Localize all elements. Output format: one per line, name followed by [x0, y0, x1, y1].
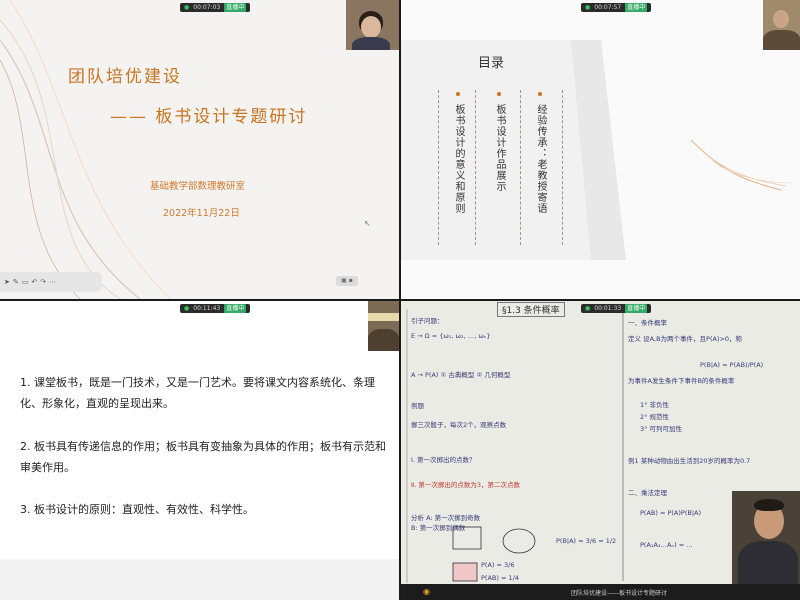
board-line-left-9: B: 第一次掷到偶数: [411, 524, 466, 532]
slide-toolbar: ➤ ✎ ▭ ↶ ↷ ⋯: [0, 272, 102, 292]
slide-point-3: 3. 板书设计的原则：直观性、有效性、科学性。: [20, 503, 254, 516]
toc-item-3[interactable]: 经验传承：老教授寄语: [533, 104, 547, 214]
more-icon[interactable]: ⋯: [49, 278, 56, 286]
video-pane-top-left[interactable]: ● 00:07:03 直播中 团队培优建设 —— 板书设计专题研讨 基础教学部数…: [0, 0, 399, 299]
board-line-left-11: P(A) = 3/6: [481, 561, 515, 569]
board-line-left-10: P(B|A) = 3/6 = 1/2: [556, 537, 617, 545]
toc-bullet-2: [497, 92, 501, 96]
board-line-right-4: 为事件A发生条件下事件B的条件概率: [628, 377, 735, 385]
live-badge: 直播中: [224, 3, 247, 12]
taskbar-title: 团队培优建设——板书设计专题研讨: [571, 590, 668, 597]
decorative-swoosh: [0, 0, 171, 299]
record-dot-icon: ●: [585, 4, 591, 11]
board-line-left-7: Ⅱ. 第一次掷出的点数为3，第二次点数: [411, 481, 520, 489]
slide-date: 2022年11月22日: [163, 208, 240, 219]
slide-subtitle: —— 板书设计专题研讨: [110, 107, 308, 127]
webcam-thumbnail: [346, 0, 399, 50]
board-line-right-9: 二、乘法定理: [628, 489, 667, 497]
undo-icon[interactable]: ↶: [31, 278, 37, 286]
live-badge: 直播中: [625, 304, 648, 313]
board-line-left-2: E → Ω = {ω₁, ω₂, …, ωₙ}: [411, 332, 491, 340]
board-line-right-8: 例1 某种动物由出生活到20岁的概率为0.7: [628, 457, 751, 465]
presentation-taskbar: ◉ 团队培优建设——板书设计专题研讨: [401, 584, 800, 600]
record-dot-icon: ●: [184, 305, 190, 312]
board-line-left-5: 掷三次骰子，每次2个，观察点数: [411, 421, 507, 429]
board-line-left-6: Ⅰ. 第一次掷出的点数？: [411, 456, 476, 464]
board-line-left-3: A → P(A) ① 古典概型 ② 几何概型: [411, 371, 511, 379]
toc-divider: [475, 90, 476, 245]
toc-divider: [562, 90, 563, 245]
toc-divider: [520, 90, 521, 245]
recording-status: ● 00:01:33 直播中: [581, 304, 652, 313]
toc-bullet-3: [538, 92, 542, 96]
teacher-webcam: [732, 491, 800, 585]
board-title: §1.3 条件概率: [497, 302, 565, 317]
slide-point-2: 2. 板书具有传递信息的作用；板书具有变抽象为具体的作用；板书有示范和审美作用。: [20, 440, 386, 474]
toc-bullet-1: [456, 92, 460, 96]
webcam-thumbnail: [368, 301, 399, 351]
eraser-icon[interactable]: ▭: [22, 278, 29, 286]
recording-status: ● 00:07:57 直播中: [581, 3, 652, 12]
board-line-right-3: P(B|A) = P(AB)/P(A): [700, 361, 764, 369]
webcam-thumbnail: [763, 0, 800, 50]
toc-item-2[interactable]: 板书设计作品展示: [492, 104, 506, 192]
record-dot-icon: ●: [585, 305, 591, 312]
recording-time: 00:07:03: [193, 4, 221, 11]
board-line-left-4: 例题: [411, 402, 424, 410]
board-line-right-10: P(AB) = P(A)P(B|A): [640, 509, 702, 517]
board-line-left-12: P(AB) = 1/4: [481, 574, 519, 582]
toc-divider: [438, 90, 439, 245]
live-badge: 直播中: [224, 304, 247, 313]
slide-point-1: 1. 课堂板书，既是一门技术，又是一门艺术。要将课文内容系统化、条理化、形象化，…: [20, 376, 375, 410]
board-line-right-1: 一、条件概率: [628, 319, 667, 327]
board-line-right-11: P(A₁A₂…Aₙ) = …: [640, 541, 693, 549]
slide-organization: 基础教学部数理教研室: [150, 181, 246, 192]
live-badge: 直播中: [625, 3, 648, 12]
slide-title: 团队培优建设: [68, 67, 182, 87]
board-line-left-8: 分析 A: 第一次掷到奇数: [411, 514, 481, 522]
recording-status: ● 00:11:43 直播中: [180, 304, 251, 313]
cursor-icon: ↖: [364, 219, 371, 228]
recording-status: ● 00:07:03 直播中: [180, 3, 251, 12]
toc-heading: 目录: [478, 56, 505, 71]
board-line-right-7: 3° 可列可加性: [640, 425, 682, 433]
recording-time: 00:11:43: [193, 305, 221, 312]
toc-item-1[interactable]: 板书设计的意义和原则: [451, 104, 465, 214]
slide-footer-band: [0, 559, 399, 600]
recording-time: 00:01:33: [594, 305, 622, 312]
redo-icon[interactable]: ↷: [40, 278, 46, 286]
app-icon[interactable]: ◉: [423, 587, 430, 596]
arrow-icon[interactable]: ➤: [4, 278, 10, 286]
board-line-right-5: 1° 非负性: [640, 401, 669, 409]
board-line-right-6: 2° 规范性: [640, 413, 669, 421]
record-dot-icon: ●: [184, 4, 190, 11]
board-line-right-2: 定义 设A,B为两个事件，且P(A)>0，称: [628, 335, 743, 343]
recording-time: 00:07:57: [594, 4, 622, 11]
slide-nav-button[interactable]: ▣ ▪: [336, 276, 358, 286]
video-pane-bottom-right[interactable]: ● 00:01:33 直播中: [401, 301, 800, 600]
board-line-left-1: 引子问题：: [411, 317, 444, 325]
pen-icon[interactable]: ✎: [13, 278, 19, 286]
